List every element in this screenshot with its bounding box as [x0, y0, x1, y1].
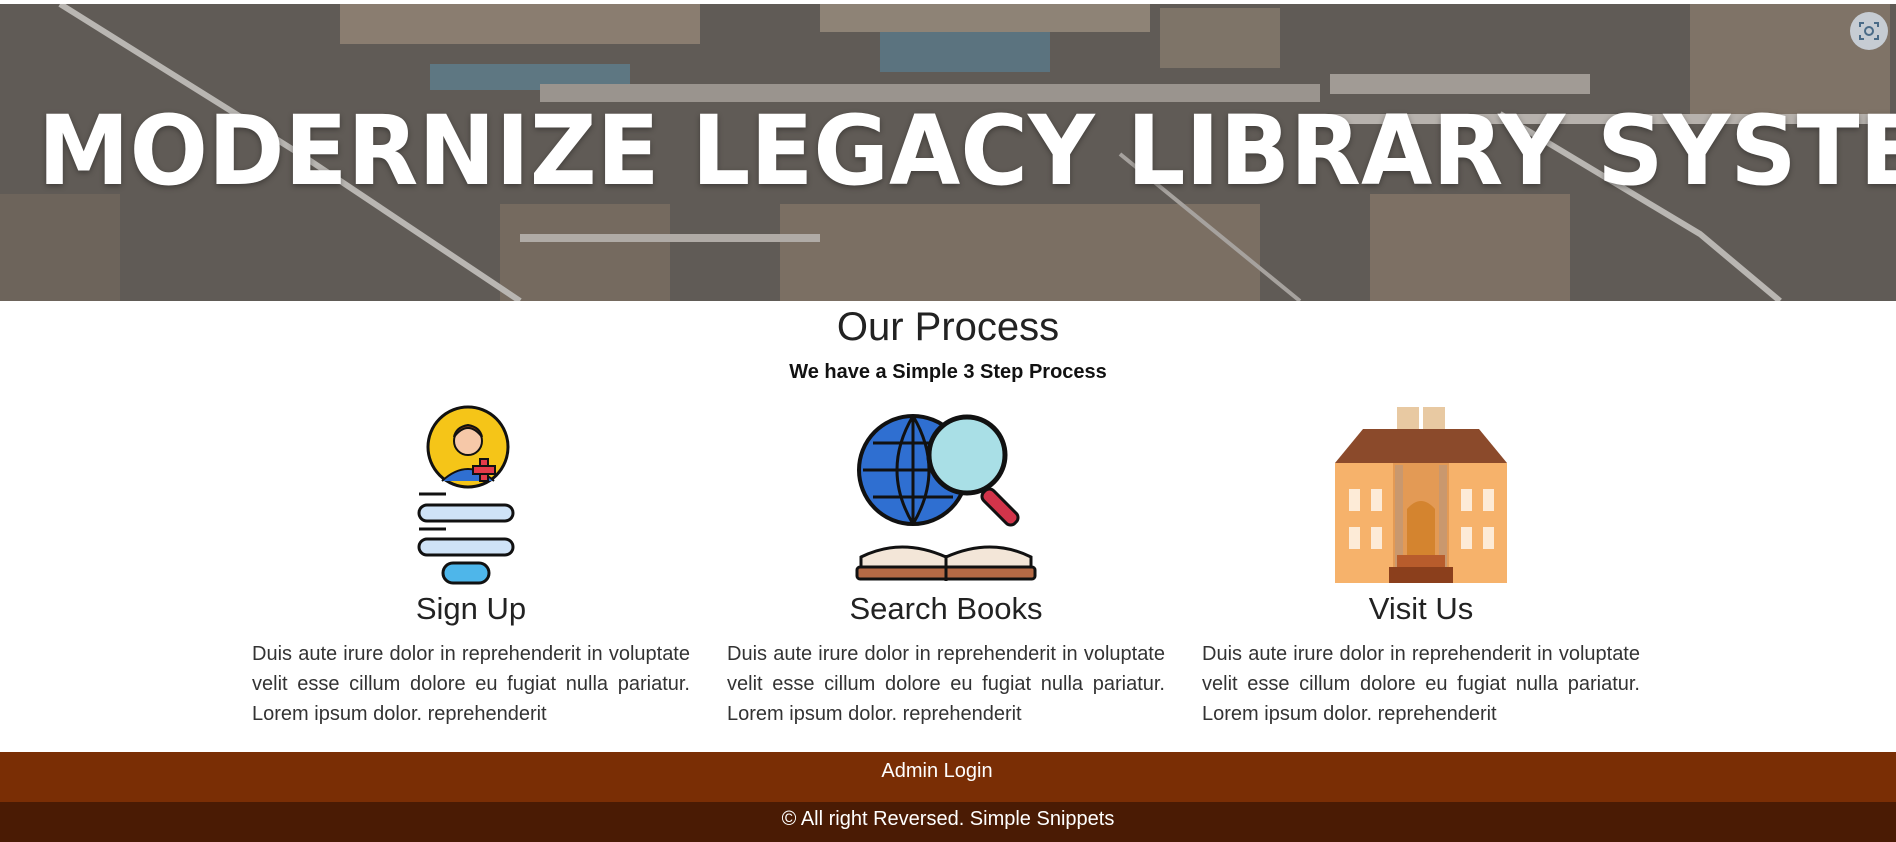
step-title: Visit Us [1368, 591, 1474, 626]
screenshot-capture-icon[interactable] [1850, 12, 1888, 50]
step-title: Sign Up [415, 591, 527, 626]
library-building-icon [1202, 405, 1640, 587]
admin-bar: Admin Login [0, 752, 1896, 802]
step-description: Duis aute irure dolor in reprehenderit i… [252, 643, 690, 725]
step-title: Search Books [849, 591, 1043, 626]
step-description: Duis aute irure dolor in reprehenderit i… [727, 643, 1165, 725]
step-sign-up: Sign Up Duis aute irure dolor in reprehe… [252, 405, 690, 729]
admin-login-link[interactable]: Admin Login [881, 756, 992, 802]
hero-banner: MODERNIZE LEGACY LIBRARY SYSTEMS [0, 4, 1896, 301]
process-title: Our Process [836, 305, 1060, 349]
step-search-books: Search Books Duis aute irure dolor in re… [727, 405, 1165, 729]
copyright-bar: © All right Reversed. Simple Snippets [0, 802, 1896, 842]
hero-title: MODERNIZE LEGACY LIBRARY SYSTEMS [37, 95, 1896, 207]
step-visit-us: Visit Us Duis aute irure dolor in repreh… [1202, 405, 1640, 729]
step-description: Duis aute irure dolor in reprehenderit i… [1202, 643, 1640, 725]
process-subtitle: We have a Simple 3 Step Process [789, 361, 1107, 383]
user-signup-icon [252, 405, 690, 587]
globe-search-book-icon [727, 405, 1165, 587]
